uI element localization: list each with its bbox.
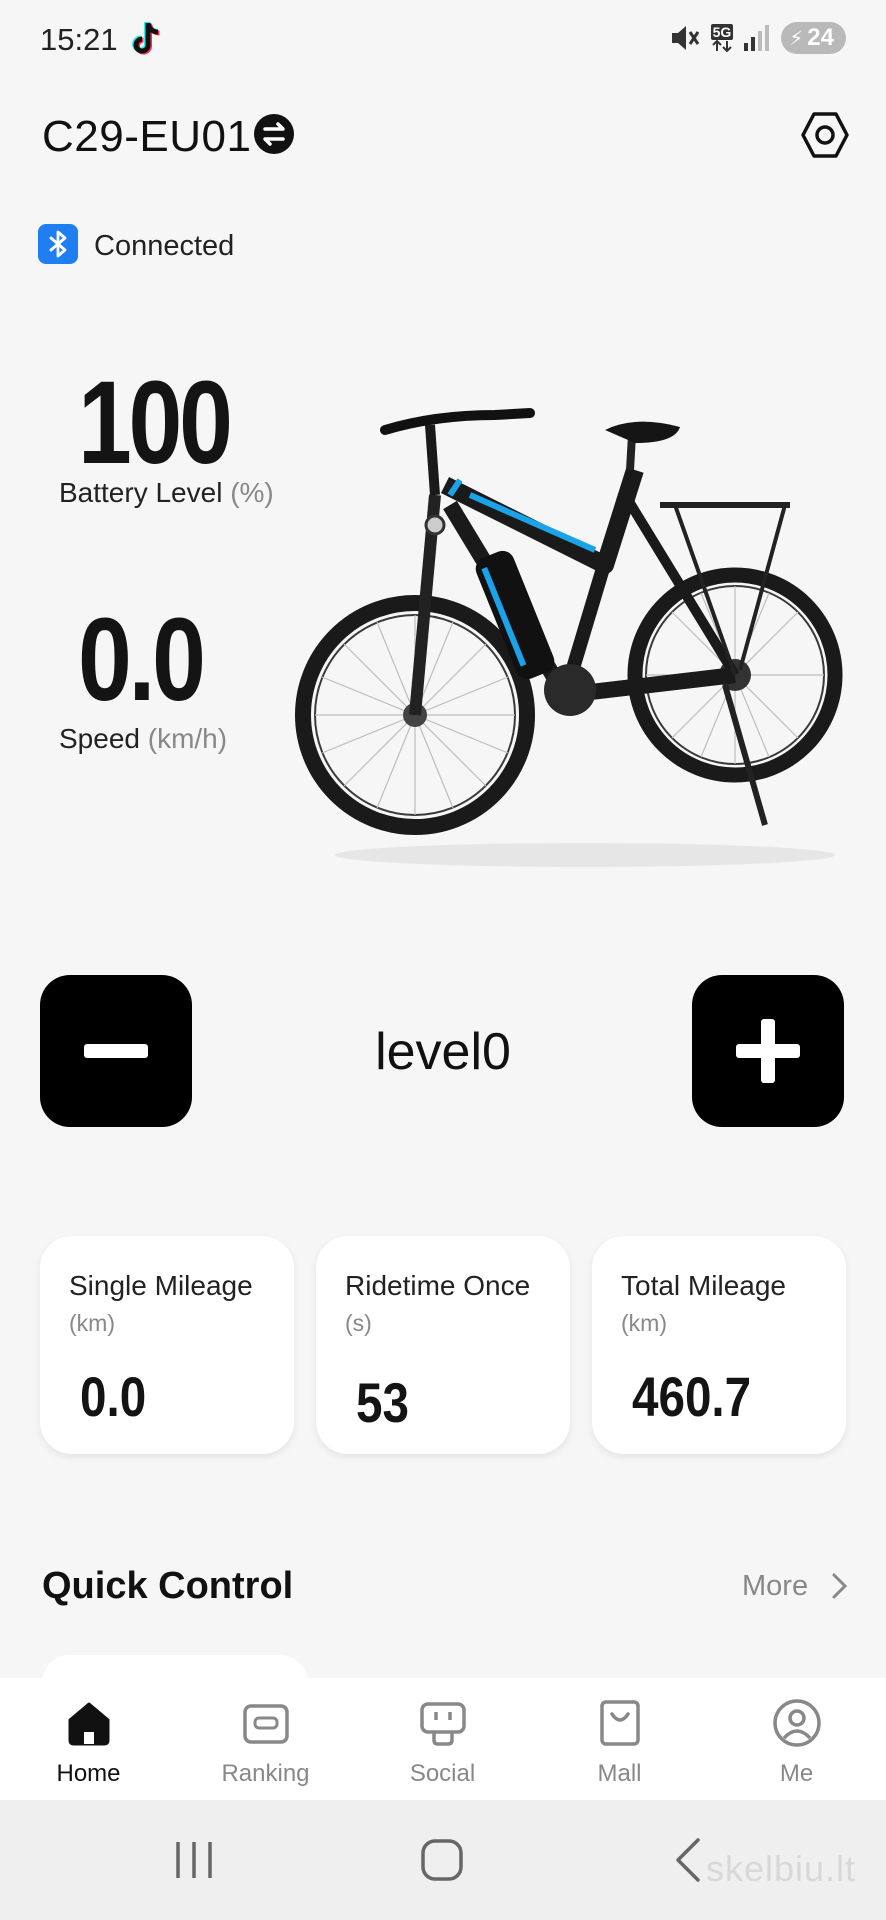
social-icon	[420, 1702, 466, 1746]
nav-home[interactable]: Home	[0, 1678, 177, 1800]
nav-label: Me	[779, 1760, 814, 1787]
battery-level-text: Battery Level	[59, 477, 223, 508]
battery-percent: 24	[807, 24, 834, 51]
data-arrows-icon	[712, 40, 732, 52]
nav-social[interactable]: Social	[354, 1678, 531, 1800]
nav-label: Social	[409, 1760, 476, 1787]
quick-control-title: Quick Control	[42, 1565, 294, 1607]
stat-value: 460.7	[632, 1365, 752, 1428]
stat-title: Ridetime Once	[345, 1270, 531, 1301]
ebike-image	[295, 408, 843, 867]
nav-label: Mall	[597, 1760, 642, 1787]
nav-me[interactable]: Me	[708, 1678, 885, 1800]
shopping-bag-icon	[600, 1700, 640, 1746]
quick-control-more-link[interactable]: More	[742, 1570, 808, 1603]
swap-icon	[263, 122, 285, 146]
stat-card-ridetime-once: Ridetime Once (s) 53	[316, 1236, 570, 1454]
chevron-right-icon[interactable]	[828, 1569, 852, 1603]
nav-mall[interactable]: Mall	[531, 1678, 708, 1800]
increase-level-button[interactable]	[692, 975, 844, 1127]
nav-label: Ranking	[221, 1760, 310, 1787]
stat-card-total-mileage: Total Mileage (km) 460.7	[592, 1236, 846, 1454]
network-type: 5G	[710, 24, 734, 40]
speed-text: Speed	[59, 723, 140, 754]
tiktok-icon	[132, 21, 160, 55]
switch-device-button[interactable]	[254, 114, 294, 154]
battery-level-unit: (%)	[230, 477, 274, 508]
speed-label: Speed (km/h)	[59, 723, 227, 755]
mute-icon	[671, 26, 699, 50]
stat-value: 0.0	[80, 1365, 147, 1428]
nav-ranking[interactable]: Ranking	[177, 1678, 354, 1800]
user-icon	[773, 1699, 821, 1747]
stat-card-single-mileage: Single Mileage (km) 0.0	[40, 1236, 294, 1454]
status-time: 15:21	[40, 22, 118, 57]
connection-status: Connected	[94, 230, 235, 262]
status-icons: 5G ⚡ 24	[669, 22, 846, 54]
speed-value: 0.0	[78, 594, 206, 726]
charging-icon: ⚡	[789, 27, 804, 50]
stat-title: Total Mileage	[621, 1270, 786, 1301]
home-icon	[68, 1702, 110, 1746]
watermark: skelbiu.lt	[705, 1848, 856, 1889]
network-indicator: 5G	[710, 24, 734, 52]
stat-unit: (km)	[621, 1310, 667, 1336]
battery-level-value: 100	[78, 357, 233, 489]
home-system-icon[interactable]	[412, 1830, 472, 1890]
recent-apps-icon[interactable]	[164, 1830, 224, 1890]
ranking-icon	[243, 1704, 289, 1744]
stat-unit: (s)	[345, 1310, 372, 1336]
speed-unit: (km/h)	[147, 723, 228, 754]
bluetooth-icon	[38, 224, 78, 264]
device-name: C29-EU01	[42, 112, 252, 161]
bottom-nav: Home Ranking Social Mall Me	[0, 1678, 886, 1800]
stat-title: Single Mileage	[69, 1270, 253, 1301]
stat-value: 53	[356, 1371, 409, 1434]
signal-icon	[744, 25, 770, 51]
battery-indicator: ⚡ 24	[781, 22, 846, 54]
nav-label: Home	[56, 1760, 121, 1787]
battery-level-label: Battery Level (%)	[59, 477, 274, 509]
settings-icon[interactable]	[800, 110, 850, 160]
stat-unit: (km)	[69, 1310, 115, 1336]
